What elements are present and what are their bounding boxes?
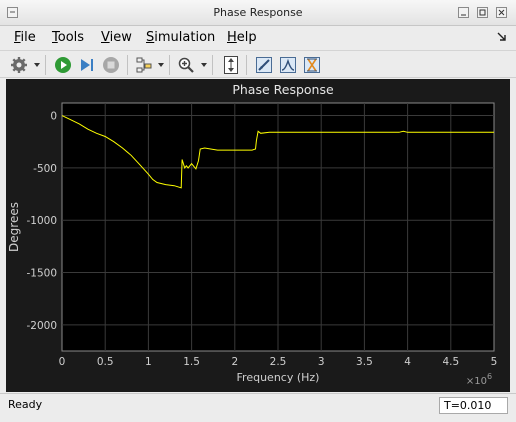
x-tick-label: 0 [59,356,66,368]
x-tick-label: 3.5 [356,356,373,368]
menu-file[interactable]: File [14,30,36,45]
autoscale-icon[interactable] [220,54,242,76]
x-tick-label: 1.5 [183,356,200,368]
status-text: Ready [8,398,43,411]
bilevel-measure-icon[interactable] [301,54,323,76]
maximize-icon[interactable] [477,7,488,18]
signal-select-dropdown-arrow[interactable] [158,63,164,67]
signal-select-icon[interactable] [133,54,155,76]
y-tick-label: 0 [50,111,57,123]
zoom-dropdown-arrow[interactable] [201,63,207,67]
window-menu-icon[interactable] [7,7,18,18]
step-forward-icon[interactable] [76,54,98,76]
y-tick-label: -1000 [26,215,57,227]
toolbar-separator [246,55,247,75]
chart-title: Phase Response [232,82,334,97]
x-axis-multiplier-exponent: 6 [487,372,492,381]
y-tick-label: -2000 [26,320,57,332]
run-icon[interactable] [52,54,74,76]
close-icon[interactable] [496,7,507,18]
menu-bar: File Tools View Simulation Help [0,27,516,49]
y-axis-label: Degrees [7,202,21,252]
x-tick-label: 5 [491,356,498,368]
phase-response-chart[interactable]: Phase Response 0 0.5 1 1.5 2 2.5 3 3.5 4 4.5 5 0 -50… [6,79,510,392]
minimize-icon[interactable] [458,7,469,18]
toolbar-separator [212,55,213,75]
simulation-time-display: T=0.010 [439,397,508,414]
x-tick-label: 2 [231,356,238,368]
y-tick-label: -500 [33,163,57,175]
x-tick-label: 0.5 [97,356,114,368]
status-bar: Ready T=0.010 [0,393,516,422]
toolbar-separator [127,55,128,75]
zoom-in-icon[interactable] [175,54,197,76]
x-tick-label: 4 [404,356,411,368]
menu-tools[interactable]: Tools [52,30,84,45]
x-tick-label: 3 [318,356,325,368]
undock-arrow-icon[interactable] [496,31,508,43]
stop-icon[interactable] [100,54,122,76]
settings-gear-icon[interactable] [8,54,30,76]
x-tick-label: 2.5 [270,356,287,368]
peak-finder-icon[interactable] [277,54,299,76]
menu-simulation[interactable]: Simulation [146,30,215,45]
x-tick-label: 1 [145,356,152,368]
x-axis-multiplier-base: ×10 [466,376,487,387]
x-axis-label: Frequency (Hz) [237,371,320,384]
cursor-measure-icon[interactable] [253,54,275,76]
scope-display[interactable]: Phase Response 0 0.5 1 1.5 2 2.5 3 3.5 4 4.5 5 0 -50… [6,79,510,392]
toolbar-separator [169,55,170,75]
window-title: Phase Response [213,6,303,19]
settings-dropdown-arrow[interactable] [34,63,40,67]
y-tick-label: -1500 [26,268,57,280]
menu-view[interactable]: View [101,30,132,45]
toolbar-separator [45,55,46,75]
menu-help[interactable]: Help [227,30,257,45]
x-tick-label: 4.5 [442,356,459,368]
window-titlebar[interactable]: Phase Response [0,0,516,26]
toolbar [0,50,516,78]
